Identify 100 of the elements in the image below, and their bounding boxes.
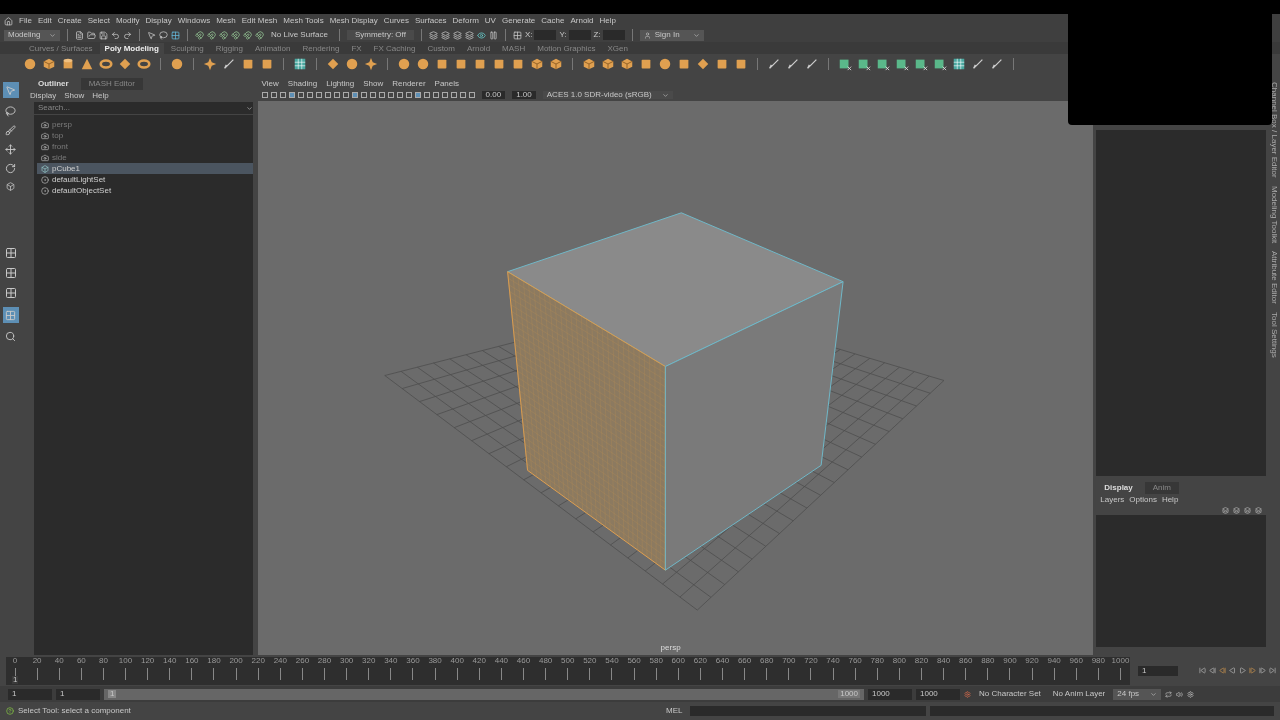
square-icon[interactable]	[511, 57, 525, 71]
magnet-icon[interactable]	[255, 30, 264, 40]
command-language-label[interactable]: MEL	[662, 707, 687, 715]
exposure-field[interactable]: 0.00	[481, 91, 506, 99]
character-set-dropdown[interactable]: No Character Set	[975, 690, 1045, 698]
home-icon[interactable]	[4, 16, 13, 26]
pen-icon[interactable]	[990, 57, 1004, 71]
diamond-icon[interactable]	[118, 57, 132, 71]
sign-in-dropdown[interactable]: Sign In	[639, 29, 704, 41]
settings-icon[interactable]	[1187, 690, 1195, 698]
layers-icon[interactable]	[464, 30, 474, 40]
sphere-icon[interactable]	[345, 57, 359, 71]
mesh-tool-icon[interactable]	[857, 57, 871, 71]
cube-icon[interactable]	[620, 57, 634, 71]
square-icon[interactable]	[677, 57, 691, 71]
shelf-tab[interactable]: Motion Graphics	[532, 43, 601, 54]
magnet-icon[interactable]	[243, 30, 252, 40]
sound-icon[interactable]	[1176, 690, 1184, 698]
menu-item[interactable]: Shading	[287, 79, 318, 88]
symmetry-dropdown[interactable]: Symmetry: Off	[346, 30, 414, 40]
star-icon[interactable]	[203, 57, 217, 71]
square-icon[interactable]	[260, 57, 274, 71]
shelf-tab[interactable]: XGen	[602, 43, 633, 54]
menu-item[interactable]: Help	[599, 17, 616, 25]
magnet-icon[interactable]	[219, 30, 228, 40]
end-field[interactable]: 1000	[916, 688, 960, 700]
menu-item[interactable]: Mesh Display	[329, 17, 378, 25]
shelf-tab[interactable]: Rendering	[297, 43, 345, 54]
menu-item[interactable]: Surfaces	[415, 17, 447, 25]
brush-icon[interactable]	[5, 125, 17, 136]
lasso-icon[interactable]	[159, 30, 168, 40]
playback-start-field[interactable]: 1	[56, 688, 100, 700]
pause-icon[interactable]	[488, 30, 498, 40]
mode-dropdown[interactable]: Modeling	[4, 29, 60, 41]
command-field[interactable]	[690, 706, 927, 716]
play-icon[interactable]	[1239, 667, 1246, 674]
square-icon[interactable]	[241, 57, 255, 71]
sphere-icon[interactable]	[658, 57, 672, 71]
side-tab[interactable]: Modeling Toolkit	[1270, 185, 1278, 243]
magnet-icon[interactable]	[207, 30, 216, 40]
move-icon[interactable]	[5, 144, 17, 155]
diamond-icon[interactable]	[326, 57, 340, 71]
torus-icon[interactable]	[99, 57, 113, 71]
lasso-icon[interactable]	[5, 106, 17, 117]
mesh-tool-icon[interactable]	[914, 57, 928, 71]
shelf-tab[interactable]: Custom	[422, 43, 460, 54]
square-icon[interactable]	[492, 57, 506, 71]
save-icon[interactable]	[99, 30, 108, 40]
menu-item[interactable]: Options	[1129, 495, 1157, 504]
key-back-icon[interactable]	[1219, 667, 1226, 674]
menu-item[interactable]: UV	[484, 17, 496, 25]
outliner-item[interactable]: defaultObjectSet	[36, 185, 253, 196]
mesh-tool-icon[interactable]	[895, 57, 909, 71]
menu-item[interactable]: Edit	[37, 17, 52, 25]
layer-icon[interactable]	[1222, 506, 1230, 514]
menu-item[interactable]: Select	[87, 17, 110, 25]
layout-icon[interactable]	[5, 287, 17, 299]
outliner-item[interactable]: pCube1	[36, 163, 253, 174]
menu-item[interactable]: Display	[29, 92, 57, 100]
magnet-icon[interactable]	[231, 30, 240, 40]
menu-item[interactable]: Display	[145, 17, 172, 25]
fps-dropdown[interactable]: 24 fps	[1113, 688, 1162, 700]
eye-icon[interactable]	[476, 30, 486, 40]
cone-icon[interactable]	[80, 57, 94, 71]
square-icon[interactable]	[715, 57, 729, 71]
side-tab[interactable]: Channel Box / Layer Editor	[1270, 82, 1278, 178]
playback-end-field[interactable]: 1000	[868, 688, 912, 700]
folder-icon[interactable]	[87, 30, 96, 40]
cube-icon[interactable]	[530, 57, 544, 71]
menu-item[interactable]: Show	[363, 79, 384, 88]
menu-item[interactable]: View	[261, 79, 279, 88]
result-field[interactable]	[930, 706, 1274, 716]
menu-item[interactable]: Renderer	[392, 79, 426, 88]
menu-item[interactable]: Mesh Tools	[283, 17, 324, 25]
menu-item[interactable]: Help	[1161, 495, 1179, 504]
pen-icon[interactable]	[786, 57, 800, 71]
grid-icon[interactable]	[171, 30, 180, 40]
cube-icon[interactable]	[582, 57, 596, 71]
square-icon[interactable]	[734, 57, 748, 71]
layer-icon[interactable]	[1255, 506, 1263, 514]
cube-icon[interactable]	[42, 57, 56, 71]
layer-icon[interactable]	[1233, 506, 1241, 514]
search-icon[interactable]	[5, 331, 17, 342]
mesh-tool-icon[interactable]	[838, 57, 852, 71]
side-tab[interactable]: Tool Settings	[1270, 311, 1278, 358]
square-icon[interactable]	[435, 57, 449, 71]
time-slider[interactable]: 0 20 40 60 80 100 120 140 160 180 200 220 240 260 280 300 320 340 360 380 400 420 440 460 480 500 520 540 560 580 600 620 640 660 680 700 720 740 760 780 800 820 840 860 880 900 920 940 960 980 1000 1	[6, 656, 1130, 685]
pen-icon[interactable]	[222, 57, 236, 71]
pen-icon[interactable]	[805, 57, 819, 71]
loop-icon[interactable]	[1165, 690, 1173, 698]
transform-icon[interactable]	[512, 30, 522, 40]
outliner-item[interactable]: top	[36, 130, 253, 141]
square-icon[interactable]	[639, 57, 653, 71]
step-back-icon[interactable]	[1209, 667, 1216, 674]
outliner-item[interactable]: side	[36, 152, 253, 163]
outliner-item[interactable]: front	[36, 141, 253, 152]
layout-icon[interactable]	[5, 247, 17, 259]
gamma-field[interactable]: 1.00	[512, 91, 536, 99]
pen-icon[interactable]	[767, 57, 781, 71]
menu-item[interactable]: Deform	[452, 17, 479, 25]
